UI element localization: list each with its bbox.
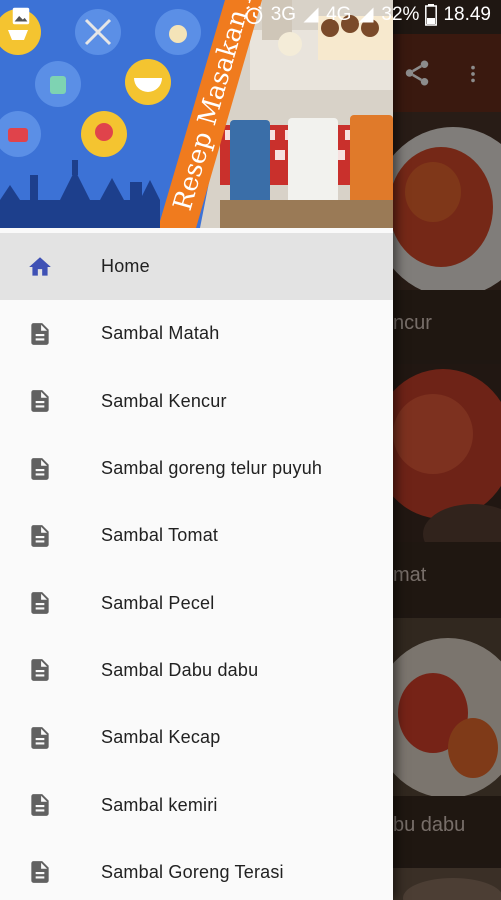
nav-item-label: Sambal Tomat (101, 525, 219, 546)
nav-item-label: Sambal Kencur (101, 390, 227, 411)
recipe-caption: ncur (393, 312, 432, 334)
gallery-notification-icon (12, 7, 30, 25)
home-icon (29, 256, 51, 276)
nav-item-label: Sambal goreng telur puyuh (101, 458, 323, 479)
nav-item-sambal-kemiri[interactable]: Sambal kemiri (0, 771, 393, 838)
nav-item-sambal-goreng-terasi[interactable]: Sambal Goreng Terasi (0, 839, 393, 900)
nav-item-sambal-pecel[interactable]: Sambal Pecel (0, 569, 393, 636)
recipe-card[interactable]: mat (393, 364, 501, 614)
recipe-photo (393, 868, 501, 900)
alarm-icon (245, 5, 262, 25)
clock: 18.49 (443, 4, 491, 25)
nav-item-sambal-kencur[interactable]: Sambal Kencur (0, 368, 393, 435)
recipe-caption: bu dabu (393, 814, 466, 836)
network-3g-label: 3G (270, 4, 297, 25)
nav-item-label: Sambal Matah (101, 323, 220, 344)
recipe-card[interactable]: bu dabu (393, 618, 501, 864)
nav-item-label: Sambal Dabu dabu (101, 659, 259, 680)
recipe-card[interactable] (393, 868, 501, 900)
recipe-caption: mat (393, 564, 427, 586)
document-icon (31, 659, 49, 682)
drawer-header-banner: Resep Masakan Nusantara (0, 0, 393, 228)
header-artwork: Resep Masakan Nusantara (0, 0, 393, 228)
status-bar: 3G 4G 32% 18.49 (0, 0, 501, 34)
recipe-card[interactable]: ncur (393, 112, 501, 360)
battery-icon (425, 4, 438, 26)
battery-percent: 32% (381, 4, 420, 25)
nav-item-sambal-kecap[interactable]: Sambal Kecap (0, 704, 393, 771)
document-icon (31, 457, 49, 480)
document-icon (31, 726, 49, 749)
navigation-drawer: Resep Masakan Nusantara (0, 0, 393, 900)
document-icon (31, 323, 49, 345)
nav-item-sambal-goreng-telur-puyuh[interactable]: Sambal goreng telur puyuh (0, 435, 393, 502)
document-icon (31, 524, 49, 547)
nav-item-sambal-matah[interactable]: Sambal Matah (0, 300, 393, 367)
nav-item-sambal-dabu-dabu[interactable]: Sambal Dabu dabu (0, 637, 393, 704)
drawer-menu-list: Home Sambal Matah Sambal Kencur Sambal g… (0, 233, 393, 900)
signal-icon (303, 7, 319, 23)
document-icon (31, 861, 49, 884)
document-icon (31, 592, 49, 614)
nav-item-label: Sambal Goreng Terasi (101, 861, 284, 882)
document-icon (31, 390, 49, 413)
nav-item-label: Sambal kemiri (101, 794, 218, 815)
share-icon[interactable] (402, 58, 432, 88)
nav-item-home[interactable]: Home (0, 233, 393, 301)
signal-icon (358, 7, 374, 23)
network-4g-label: 4G (326, 4, 352, 25)
document-icon (31, 794, 49, 816)
nav-item-sambal-tomat[interactable]: Sambal Tomat (0, 502, 393, 569)
more-vert-icon[interactable] (462, 60, 484, 88)
nav-item-label: Home (101, 256, 150, 277)
nav-item-label: Sambal Kecap (101, 727, 221, 748)
nav-item-label: Sambal Pecel (101, 592, 215, 613)
